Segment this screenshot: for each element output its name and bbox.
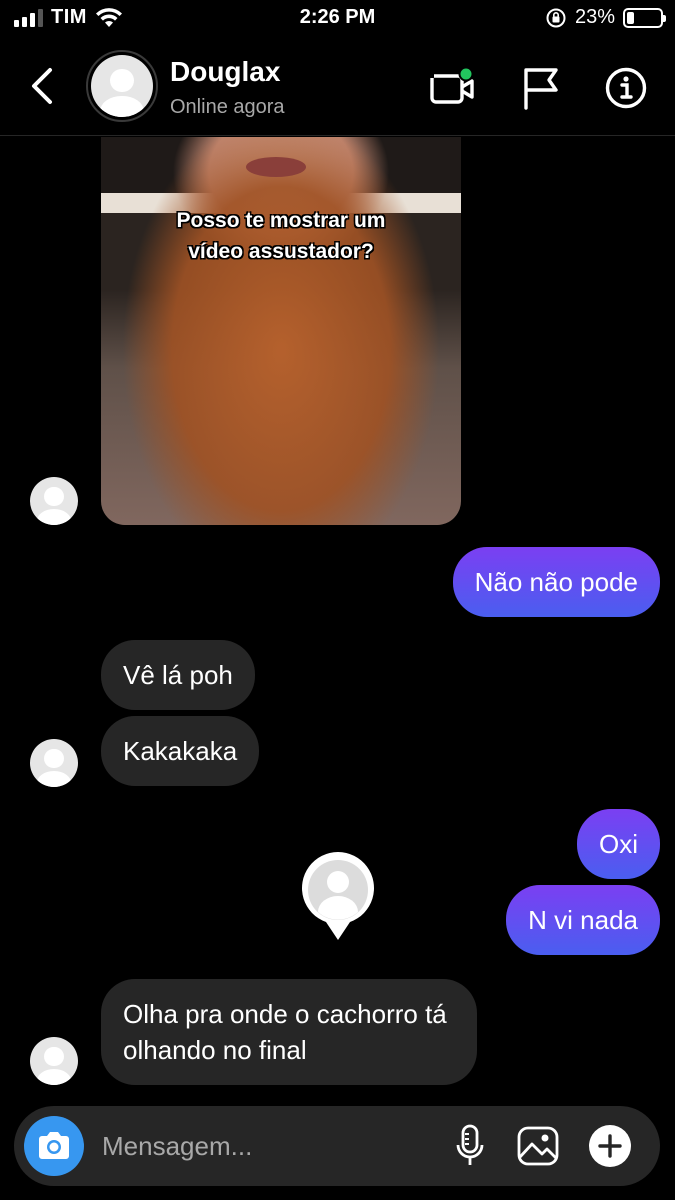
battery-percent: 23% xyxy=(574,6,615,28)
message-input[interactable] xyxy=(102,1126,432,1166)
contact-status: Online agora xyxy=(170,96,285,118)
camera-button[interactable] xyxy=(24,1116,84,1176)
sender-avatar[interactable] xyxy=(30,1037,78,1085)
sender-avatar[interactable] xyxy=(30,739,78,787)
video-caption-line: vídeo assustador? xyxy=(188,240,374,263)
avatar-pin-icon[interactable] xyxy=(300,852,376,942)
contact-avatar[interactable] xyxy=(86,50,158,122)
message-composer xyxy=(14,1106,660,1186)
contact-name[interactable]: Douglax xyxy=(170,56,280,88)
shared-video-message[interactable]: Posso te mostrar um vídeo assustador? xyxy=(101,137,461,525)
video-call-icon[interactable] xyxy=(428,66,476,110)
avatar-placeholder-icon xyxy=(91,55,153,117)
flag-icon[interactable] xyxy=(518,66,566,110)
incoming-message[interactable]: Vê lá poh xyxy=(101,640,255,710)
back-chevron-icon[interactable] xyxy=(24,64,64,108)
battery-level xyxy=(627,11,635,24)
sender-avatar[interactable] xyxy=(30,477,78,525)
chat-header: Douglax Online agora xyxy=(0,40,675,136)
orientation-lock-icon xyxy=(546,8,566,27)
info-icon[interactable] xyxy=(602,66,650,110)
video-caption: Posso te mostrar um vídeo assustador? xyxy=(101,205,461,267)
microphone-icon xyxy=(456,1124,484,1165)
message-line: Olha pra onde o cachorro tá xyxy=(123,999,447,1029)
outgoing-message[interactable]: N vi nada xyxy=(506,885,660,955)
microphone-button[interactable] xyxy=(446,1122,494,1170)
battery-icon xyxy=(623,7,666,28)
message-list[interactable]: Posso te mostrar um vídeo assustador? Nã… xyxy=(0,137,675,1105)
incoming-message[interactable]: Kakakaka xyxy=(101,716,260,786)
plus-icon xyxy=(589,1125,631,1167)
camera-icon xyxy=(39,1132,69,1159)
outgoing-message[interactable]: Oxi xyxy=(577,809,660,879)
message-line: olhando no final xyxy=(123,1035,307,1065)
video-caption-line: Posso te mostrar um xyxy=(176,209,386,232)
outgoing-message[interactable]: Não não pode xyxy=(452,547,660,617)
incoming-message[interactable]: Olha pra onde o cachorro tá olhando no f… xyxy=(101,979,477,1085)
status-bar: TIM 2:26 PM 23% xyxy=(0,0,675,38)
gallery-icon xyxy=(517,1126,559,1166)
more-options-button[interactable] xyxy=(586,1122,634,1170)
video-thumbnail-detail xyxy=(246,157,306,177)
video-thumbnail xyxy=(101,137,461,525)
status-right: 23% xyxy=(545,6,666,29)
gallery-button[interactable] xyxy=(514,1122,562,1170)
